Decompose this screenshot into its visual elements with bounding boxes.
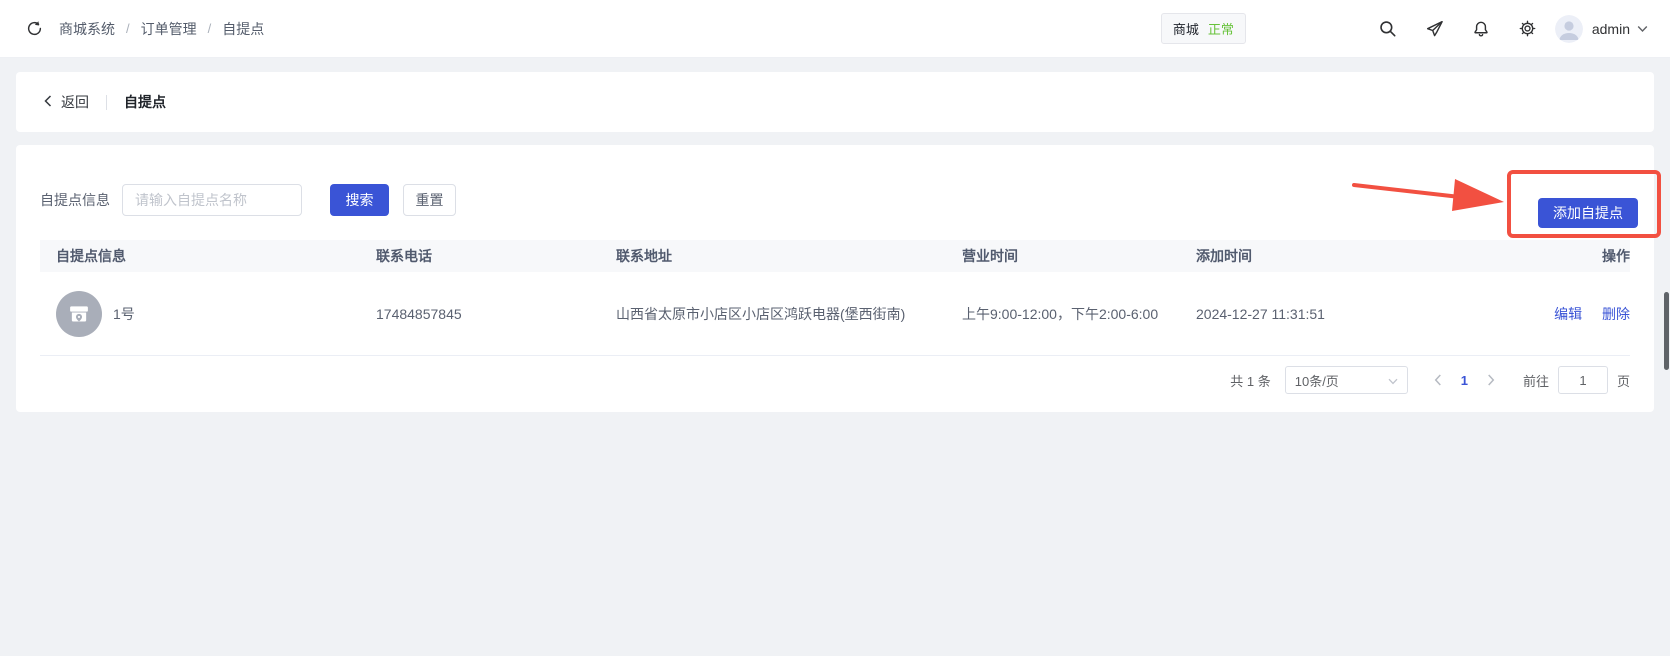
- next-page-button[interactable]: [1487, 374, 1495, 386]
- goto-page-input[interactable]: [1557, 366, 1608, 394]
- page-number-1[interactable]: 1: [1461, 373, 1468, 388]
- edit-link[interactable]: 编辑: [1554, 306, 1582, 322]
- back-button[interactable]: 返回: [44, 92, 89, 112]
- pagination: 共 1 条 10条/页 1 前往 1 页: [1230, 366, 1630, 394]
- prev-page-button[interactable]: [1434, 374, 1442, 386]
- breadcrumb: 商城系统 / 订单管理 / 自提点: [59, 19, 264, 39]
- pickup-point-page: 商城系统 / 订单管理 / 自提点 商城 正常 admin 返回 自提点 自提点…: [0, 0, 1670, 656]
- reset-button[interactable]: 重置: [403, 184, 456, 216]
- avatar: [1554, 14, 1583, 43]
- back-label: 返回: [61, 94, 89, 110]
- breadcrumb-item-pickup[interactable]: 自提点: [222, 19, 264, 39]
- top-header-bar: 商城系统 / 订单管理 / 自提点 商城 正常 admin: [0, 0, 1670, 58]
- username: admin: [1591, 20, 1630, 37]
- search-icon[interactable]: [1378, 19, 1397, 38]
- cell-hours: 上午9:00-12:00，下午2:00-6:00: [962, 305, 1159, 322]
- column-header-actions: 操作: [1602, 248, 1630, 264]
- cell-pickup-info: 1号: [40, 290, 360, 337]
- cell-added-time: 2024-12-27 11:31:51: [1196, 305, 1325, 322]
- shop-status-text: 正常: [1207, 22, 1234, 37]
- filter-label: 自提点信息: [40, 192, 110, 208]
- chevron-down-icon: [1388, 373, 1398, 388]
- column-header-added: 添加时间: [1196, 248, 1252, 264]
- breadcrumb-separator: /: [207, 21, 212, 36]
- divider: [106, 94, 107, 110]
- page-title: 自提点: [124, 94, 166, 110]
- add-pickup-point-button[interactable]: 添加自提点: [1538, 198, 1638, 228]
- page-unit-label: 页: [1616, 373, 1630, 389]
- search-button[interactable]: 搜索: [330, 184, 389, 216]
- refresh-icon[interactable]: [26, 20, 43, 37]
- shop-status-badge[interactable]: 商城 正常: [1160, 13, 1246, 44]
- column-header-address: 联系地址: [616, 248, 672, 264]
- content-card: 自提点信息 搜索 重置 添加自提点 自提点信息 联系电话 联系地址 营业时间 添…: [16, 145, 1654, 412]
- delete-link[interactable]: 删除: [1602, 306, 1630, 322]
- cell-phone: 17484857845: [376, 305, 462, 322]
- column-header-phone: 联系电话: [376, 248, 432, 264]
- topbar-left: 商城系统 / 订单管理 / 自提点: [26, 19, 264, 39]
- column-header-info: 自提点信息: [56, 248, 126, 264]
- filter-row: 自提点信息 搜索 重置: [40, 184, 456, 216]
- user-menu[interactable]: admin: [1554, 14, 1648, 43]
- storefront-icon: [56, 290, 102, 337]
- gear-icon[interactable]: [1518, 19, 1537, 38]
- paper-plane-icon[interactable]: [1425, 19, 1444, 38]
- scrollbar-thumb[interactable]: [1664, 292, 1669, 370]
- column-header-hours: 营业时间: [962, 248, 1018, 264]
- pickup-name: 1号: [113, 305, 135, 322]
- goto-label: 前往: [1522, 373, 1549, 389]
- chevron-left-icon: [44, 94, 52, 110]
- page-size-select[interactable]: 10条/页: [1284, 366, 1408, 394]
- topbar-right: 商城 正常 admin: [1160, 13, 1648, 44]
- cell-address: 山西省太原市小店区小店区鸿跃电器(堡西街南): [616, 305, 906, 322]
- breadcrumb-separator: /: [126, 21, 130, 36]
- shop-badge-label: 商城: [1172, 22, 1199, 37]
- pickup-name-input[interactable]: [122, 184, 302, 216]
- page-size-value: 10条/页: [1294, 373, 1339, 389]
- back-bar: 返回 自提点: [16, 72, 1654, 132]
- breadcrumb-item-orders[interactable]: 订单管理: [141, 19, 197, 39]
- bell-icon[interactable]: [1472, 20, 1490, 38]
- table-header: 自提点信息 联系电话 联系地址 营业时间 添加时间 操作: [40, 240, 1630, 272]
- breadcrumb-item-system[interactable]: 商城系统: [59, 19, 115, 39]
- chevron-down-icon: [1637, 20, 1648, 38]
- total-count: 共 1 条: [1230, 373, 1271, 389]
- table-row: 1号 17484857845 山西省太原市小店区小店区鸿跃电器(堡西街南) 上午…: [40, 272, 1630, 356]
- cell-actions: 编辑 删除: [1440, 304, 1630, 324]
